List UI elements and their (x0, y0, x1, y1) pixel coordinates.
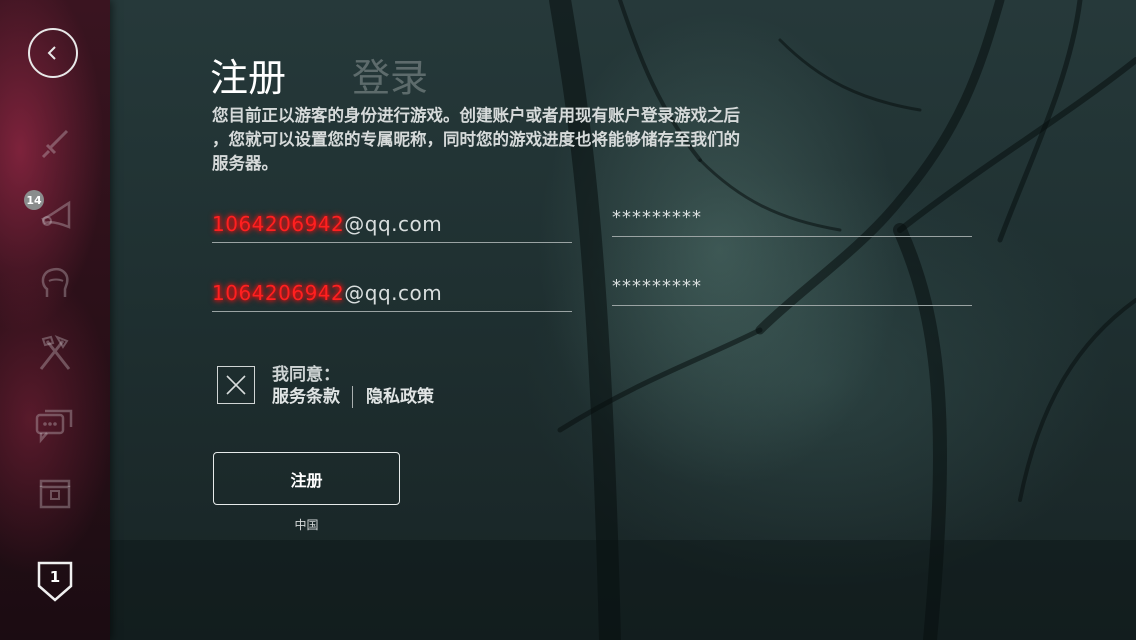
email-suffix: @qq.com (344, 212, 443, 236)
sidebar-item-battle[interactable] (30, 120, 80, 170)
tab-login[interactable]: 登录 (352, 54, 428, 102)
cross-icon (226, 375, 246, 395)
tab-register[interactable]: 注册 (210, 54, 286, 102)
email-field[interactable]: 1064206942@qq.com (212, 206, 572, 243)
sidebar-item-forge[interactable] (30, 328, 80, 378)
back-button[interactable] (28, 28, 78, 78)
intro-line: 服务器。 (212, 154, 278, 173)
intro-line: ，您就可以设置您的专属昵称，同时您的游戏进度也将能够储存至我们的 (212, 130, 740, 149)
email-suffix: @qq.com (344, 281, 443, 305)
password-field[interactable]: ********* (612, 200, 972, 237)
agree-links: 服务条款 隐私政策 (272, 386, 434, 408)
head-icon (41, 268, 69, 297)
notification-badge: 14 (24, 190, 44, 210)
axe-hammer-icon (39, 334, 71, 370)
sidebar-item-chat[interactable] (30, 400, 80, 450)
level-badge[interactable]: 1 (36, 560, 74, 602)
redacted-text: 1064206942 (212, 281, 345, 305)
region-label: 中国 (294, 518, 319, 532)
chest-icon (39, 479, 71, 509)
privacy-link[interactable]: 隐私政策 (366, 386, 434, 408)
sidebar-item-profile[interactable] (30, 258, 80, 308)
link-divider (352, 386, 353, 408)
level-number: 1 (49, 568, 61, 586)
chat-icon (35, 409, 73, 444)
intro-line: 您目前正以游客的身份进行游戏。创建账户或者用现有账户登录游戏之后 (212, 106, 740, 125)
agree-label: 我同意： (272, 365, 340, 385)
sidebar: 14 1 (0, 0, 110, 640)
confirm-password-field[interactable]: ********* (612, 269, 972, 306)
sidebar-item-shop[interactable] (30, 468, 80, 518)
terms-link[interactable]: 服务条款 (272, 386, 340, 408)
forest-silhouette (0, 0, 1136, 640)
back-icon (47, 46, 56, 60)
background-scene (0, 0, 1136, 640)
register-button[interactable]: 注册 (213, 452, 400, 505)
redacted-text: 1064206942 (212, 212, 345, 236)
agree-checkbox[interactable] (217, 366, 255, 404)
confirm-email-field[interactable]: 1064206942@qq.com (212, 275, 572, 312)
sword-icon (41, 129, 69, 159)
intro-text: 您目前正以游客的身份进行游戏。创建账户或者用现有账户登录游戏之后 ，您就可以设置… (212, 104, 872, 176)
